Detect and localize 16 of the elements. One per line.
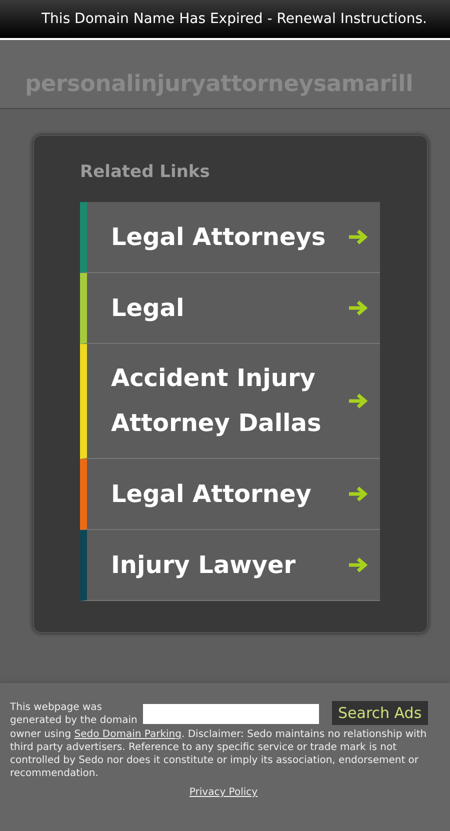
privacy-policy-link[interactable]: Privacy Policy <box>189 787 258 798</box>
related-link[interactable]: Legal Attorney <box>80 459 380 530</box>
arrow-icon <box>348 486 370 502</box>
related-link[interactable]: Injury Lawyer <box>80 530 380 601</box>
search-field[interactable] <box>143 704 319 724</box>
related-link[interactable]: Accident Injury Attorney Dallas <box>80 344 380 459</box>
related-link[interactable]: Legal Attorneys <box>80 202 380 273</box>
arrow-icon <box>348 229 370 245</box>
related-link[interactable]: Legal <box>80 273 380 344</box>
arrow-icon <box>348 300 370 316</box>
related-links-heading: Related Links <box>80 162 211 182</box>
arrow-icon <box>348 557 370 573</box>
search-ads-button[interactable]: Search Ads <box>332 701 428 725</box>
sedo-parking-link[interactable]: Sedo Domain Parking <box>74 729 182 740</box>
disclaimer-text: owner using Sedo Domain Parking. Disclaimer: Sedo maintains no relationship with third party advertisers. Reference to any specific service or trade mark is not controlled by Sedo nor does it constitute or imply its association, endorsement or recommendation. <box>10 728 428 780</box>
arrow-icon <box>348 393 370 409</box>
